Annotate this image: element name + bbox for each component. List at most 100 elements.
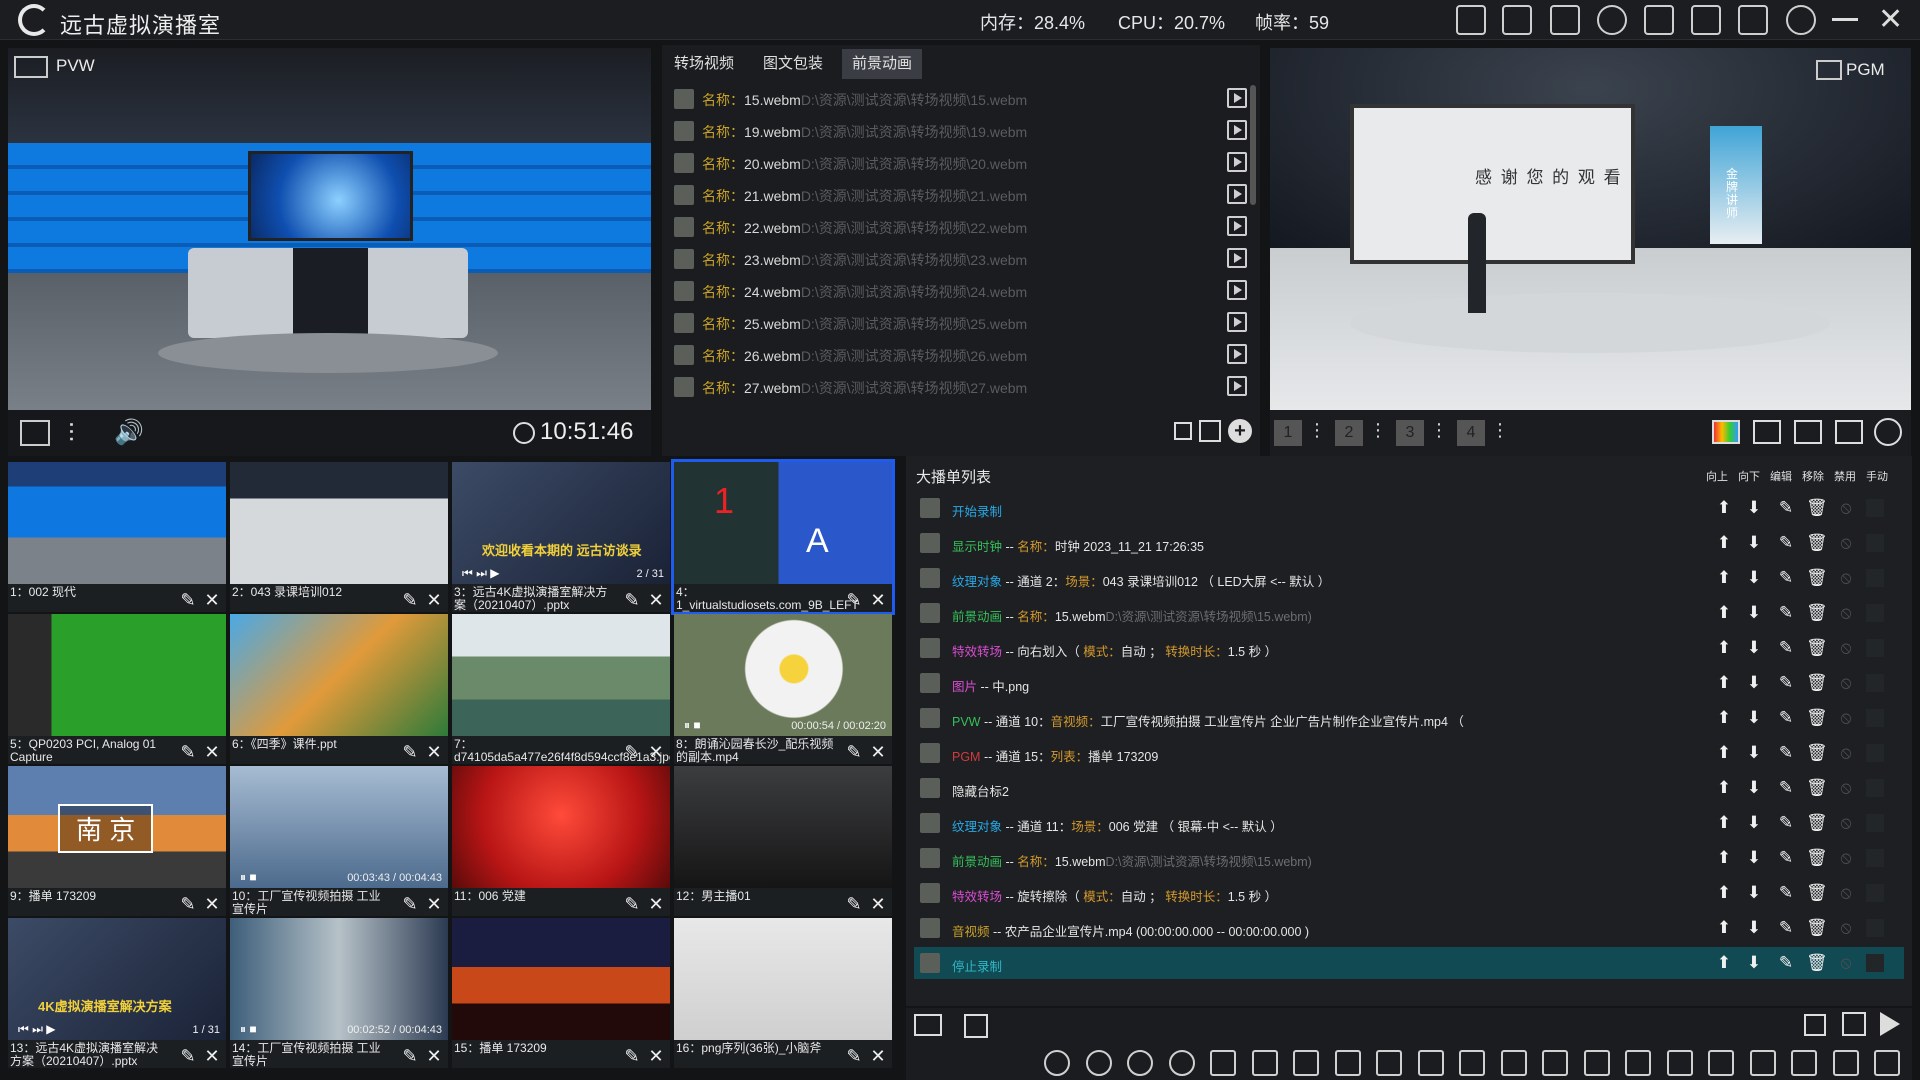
trash-icon[interactable]: 🗑: [1806, 813, 1828, 833]
effect-item[interactable]: 名称：22.webmD:\资源\测试资源\转场视频\22.webm: [670, 211, 1255, 243]
audio-wave-icon[interactable]: [1376, 1050, 1402, 1076]
arrow-up-icon[interactable]: ⬆: [1714, 533, 1734, 553]
arrow-up-icon[interactable]: ⬆: [1714, 638, 1734, 658]
arrow-down-icon[interactable]: ⬇: [1744, 953, 1764, 973]
trash-icon[interactable]: 🗑: [1806, 603, 1828, 623]
disable-icon[interactable]: ⦸: [1836, 918, 1856, 938]
source-thumbnail[interactable]: 00:02:52 / 00:04:43 ⏸ ■ 14：工厂宣传视频拍摄 工业宣传片 ✎…: [230, 918, 448, 1068]
subtitle-icon[interactable]: [1666, 1050, 1693, 1076]
folder-icon[interactable]: [1691, 5, 1721, 35]
more-icon[interactable]: ⋮: [1491, 420, 1509, 441]
stopwatch-icon[interactable]: [1044, 1050, 1070, 1076]
thumbnail-preview[interactable]: 欢迎收看本期的 远古访谈录 2 / 31 ⏮ ⏭ ▶: [452, 462, 670, 584]
checkbox[interactable]: [920, 638, 940, 658]
source-thumbnail[interactable]: 2：043 录课培训012 ✎ ✕: [230, 462, 448, 612]
checkbox[interactable]: [674, 313, 694, 333]
edit-icon[interactable]: ✎: [1776, 533, 1796, 553]
thumbnail-preview[interactable]: 南 京: [8, 766, 226, 888]
edit-icon[interactable]: ✎: [622, 590, 642, 610]
disable-icon[interactable]: ⦸: [1836, 848, 1856, 868]
arrow-up-icon[interactable]: ⬆: [1714, 813, 1734, 833]
more-icon[interactable]: ⋮: [1430, 420, 1448, 441]
checkbox[interactable]: [674, 185, 694, 205]
play-icon[interactable]: [1227, 120, 1247, 140]
edit-icon[interactable]: ✎: [1776, 813, 1796, 833]
manual-checkbox[interactable]: [1866, 569, 1884, 587]
trash-icon[interactable]: 🗑: [1806, 568, 1828, 588]
checkbox[interactable]: [920, 708, 940, 728]
effect-item[interactable]: 名称：26.webmD:\资源\测试资源\转场视频\26.webm: [670, 339, 1255, 371]
arrow-up-icon[interactable]: ⬆: [1714, 673, 1734, 693]
source-thumbnail[interactable]: 00:03:43 / 00:04:43 ⏸ ■ 10：工厂宣传视频拍摄 工业宣传片 ✎…: [230, 766, 448, 916]
checkbox[interactable]: [674, 249, 694, 269]
tab-transition-video[interactable]: 转场视频: [664, 49, 744, 79]
edit-icon[interactable]: ✎: [622, 742, 642, 762]
close-icon[interactable]: ✕: [424, 1046, 444, 1066]
edit-icon[interactable]: ✎: [1776, 743, 1796, 763]
playlist-row[interactable]: 纹理对象 -- 通道 2：场景：043 录课培训012 （ LED大屏 <-- …: [914, 562, 1904, 594]
thumbnail-preview[interactable]: [674, 918, 892, 1040]
effect-item[interactable]: 名称：15.webmD:\资源\测试资源\转场视频\15.webm: [670, 83, 1255, 115]
thumbnail-preview[interactable]: 4K虚拟演播室解决方案 1 / 31 ⏮ ⏭ ▶: [8, 918, 226, 1040]
effect-item[interactable]: 名称：19.webmD:\资源\测试资源\转场视频\19.webm: [670, 115, 1255, 147]
play-icon[interactable]: [1227, 280, 1247, 300]
cloud-download-icon[interactable]: [1597, 5, 1627, 35]
source-thumbnail[interactable]: 12：男主播01 ✎ ✕: [674, 766, 892, 916]
checkbox[interactable]: [920, 498, 940, 518]
checkbox[interactable]: [674, 377, 694, 397]
manual-checkbox[interactable]: [1866, 709, 1884, 727]
checkbox[interactable]: [920, 813, 940, 833]
checkbox[interactable]: [920, 848, 940, 868]
manual-checkbox[interactable]: [1866, 534, 1884, 552]
arrow-down-icon[interactable]: ⬇: [1744, 778, 1764, 798]
film-icon[interactable]: [1749, 1050, 1776, 1076]
trash-icon[interactable]: 🗑: [1806, 708, 1828, 728]
thumbnail-preview[interactable]: 00:02:52 / 00:04:43 ⏸ ■: [230, 918, 448, 1040]
disable-icon[interactable]: ⦸: [1836, 778, 1856, 798]
play-icon[interactable]: [1227, 248, 1247, 268]
arrow-down-icon[interactable]: ⬇: [1744, 533, 1764, 553]
close-icon[interactable]: ✕: [202, 894, 222, 914]
more-icon[interactable]: ⋮: [1369, 420, 1387, 441]
image-icon[interactable]: [1334, 1050, 1361, 1076]
edit-icon[interactable]: ✎: [844, 742, 864, 762]
arrow-down-icon[interactable]: ⬇: [1744, 498, 1764, 518]
manual-checkbox[interactable]: [1866, 954, 1884, 972]
edit-icon[interactable]: ✎: [1776, 848, 1796, 868]
playlist-row[interactable]: PVW -- 通道 10：音视频：工厂宣传视频拍摄 工业宣传片 企业广告片制作企…: [914, 702, 1904, 734]
tab-foreground-animation[interactable]: 前景动画: [842, 49, 923, 79]
add-icon[interactable]: +: [1228, 419, 1252, 443]
manual-checkbox[interactable]: [1866, 884, 1884, 902]
manual-checkbox[interactable]: [1866, 604, 1884, 622]
thumbnail-preview[interactable]: [452, 766, 670, 888]
trash-icon[interactable]: 🗑: [1806, 498, 1828, 518]
play-icon[interactable]: [1227, 376, 1247, 396]
checkbox-checked-icon[interactable]: [1199, 420, 1221, 442]
arrow-down-icon[interactable]: ⬇: [1744, 568, 1764, 588]
color-bars-icon[interactable]: [1712, 420, 1740, 444]
thumbnail-preview[interactable]: [230, 462, 448, 584]
close-icon[interactable]: ✕: [202, 1046, 222, 1066]
arrow-down-icon[interactable]: ⬇: [1744, 743, 1764, 763]
disable-icon[interactable]: ⦸: [1836, 883, 1856, 903]
edit-icon[interactable]: ✎: [178, 590, 198, 610]
trash-icon[interactable]: 🗑: [1806, 533, 1828, 553]
image-icon[interactable]: [1293, 1050, 1319, 1076]
trash-icon[interactable]: 🗑: [1806, 953, 1828, 973]
close-icon[interactable]: ✕: [646, 894, 666, 914]
edit-icon[interactable]: ✎: [1776, 918, 1796, 938]
playlist-row[interactable]: 停止录制 ⬆ ⬇ ✎ 🗑 ⦸: [914, 947, 1904, 979]
arrow-up-icon[interactable]: ⬆: [1714, 708, 1734, 728]
source-thumbnail[interactable]: 1 A 4：1_virtualstudiosets.com_9B_LEFT ✎ ✕: [671, 459, 895, 615]
manual-checkbox[interactable]: [1866, 919, 1884, 937]
video-controls[interactable]: ⏸ ■: [240, 870, 257, 885]
close-icon[interactable]: ✕: [868, 894, 888, 914]
source-thumbnail[interactable]: 欢迎收看本期的 远古访谈录 2 / 31 ⏮ ⏭ ▶ 3：远古4K虚拟演播室解决方案（…: [452, 462, 670, 612]
disable-icon[interactable]: ⦸: [1836, 498, 1856, 518]
checkbox[interactable]: [920, 568, 940, 588]
arrow-up-icon[interactable]: ⬆: [1714, 498, 1734, 518]
video-controls[interactable]: ⏸ ■: [684, 718, 701, 733]
edit-icon[interactable]: ✎: [1776, 673, 1796, 693]
manual-checkbox[interactable]: [1866, 849, 1884, 867]
star-icon[interactable]: [1583, 1050, 1610, 1076]
